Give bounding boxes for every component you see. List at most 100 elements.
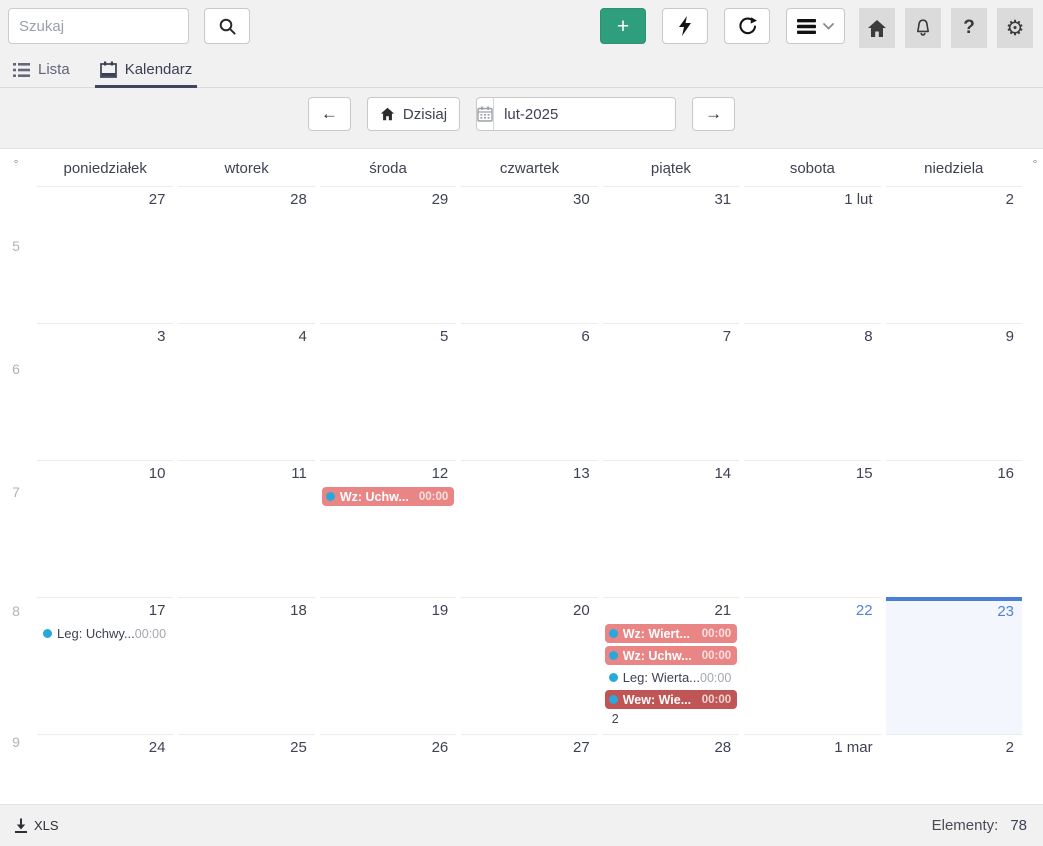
day-number: 8 (744, 326, 880, 350)
settings-button[interactable]: ⚙ (997, 8, 1033, 48)
day-number: 31 (603, 189, 739, 213)
day-number: 30 (461, 189, 597, 213)
today-label: Dzisiaj (403, 106, 447, 123)
day-cell[interactable]: 11 (178, 460, 314, 597)
tab-lista[interactable]: Lista (8, 55, 75, 87)
elements-count: Elementy: 78 (932, 817, 1027, 834)
event-title: Wew: Wie... (623, 693, 691, 707)
day-cell[interactable]: 2 (886, 186, 1022, 323)
day-number: 4 (178, 326, 314, 350)
day-cell[interactable]: 27 (461, 734, 597, 804)
more-events-link[interactable]: 2 (612, 712, 739, 726)
day-header: poniedziałek (37, 149, 173, 186)
day-cell[interactable]: 27 (37, 186, 173, 323)
day-cell[interactable]: 5 (320, 323, 456, 460)
event-item[interactable]: Wz: Uchw...00:00 (605, 646, 737, 665)
event-item[interactable]: Leg: Wierta...00:00 (605, 668, 737, 687)
day-cell[interactable]: 13 (461, 460, 597, 597)
day-number: 23 (886, 601, 1022, 625)
day-cell[interactable]: 23 (886, 597, 1022, 734)
day-cell[interactable]: 14 (603, 460, 739, 597)
day-cell[interactable]: 30 (461, 186, 597, 323)
day-cell[interactable]: 19 (320, 597, 456, 734)
plus-icon: + (617, 16, 629, 37)
list-icon (13, 63, 30, 77)
day-number: 27 (37, 189, 173, 213)
day-cell[interactable]: 3 (37, 323, 173, 460)
day-number: 28 (603, 737, 739, 761)
calendar-nav: ← Dzisiaj → (0, 88, 1043, 148)
export-xls-link[interactable]: XLS (14, 818, 59, 833)
month-input[interactable] (494, 98, 676, 130)
day-cell[interactable]: 29 (320, 186, 456, 323)
search-icon (218, 17, 237, 36)
menu-button[interactable] (786, 8, 845, 44)
question-icon: ? (963, 17, 975, 39)
day-cell[interactable]: 7 (603, 323, 739, 460)
day-cell[interactable]: 24 (37, 734, 173, 804)
event-time: 00:00 (702, 650, 731, 662)
day-number: 9 (886, 326, 1022, 350)
day-cell[interactable]: 1 lut (744, 186, 880, 323)
day-cell[interactable]: 17Leg: Uchwy...00:00 (37, 597, 173, 734)
event-item[interactable]: Wz: Wiert...00:00 (605, 624, 737, 643)
event-title: Leg: Uchwy... (57, 626, 135, 641)
day-cell[interactable]: 4 (178, 323, 314, 460)
notifications-button[interactable] (905, 8, 941, 48)
event-time: 00:00 (702, 694, 731, 706)
day-cell[interactable]: 8 (744, 323, 880, 460)
day-cell[interactable]: 21Wz: Wiert...00:00 Wz: Uchw...00:00 Leg: … (603, 597, 739, 734)
next-month-button[interactable]: → (692, 97, 735, 131)
day-cell[interactable]: 28 (603, 734, 739, 804)
day-number: 6 (461, 326, 597, 350)
event-dot-icon (609, 629, 618, 638)
day-cell[interactable]: 18 (178, 597, 314, 734)
day-cell[interactable]: 16 (886, 460, 1022, 597)
day-cell[interactable]: 28 (178, 186, 314, 323)
toolbar: + ? ⚙ (0, 0, 1043, 54)
lightning-icon (676, 15, 694, 37)
day-cell[interactable]: 12Wz: Uchw...00:00 (320, 460, 456, 597)
day-cell[interactable]: 9 (886, 323, 1022, 460)
tab-label: Lista (38, 61, 70, 78)
chevron-down-icon (823, 23, 834, 30)
event-item[interactable]: Wew: Wie... 00:00 (605, 690, 737, 709)
day-cell[interactable]: 20 (461, 597, 597, 734)
search-button[interactable] (204, 8, 250, 44)
bell-icon (913, 18, 933, 38)
calendar-icon (100, 61, 117, 78)
day-number: 3 (37, 326, 173, 350)
day-cell[interactable]: 26 (320, 734, 456, 804)
prev-month-button[interactable]: ← (308, 97, 351, 131)
event-item[interactable]: Leg: Uchwy...00:00 (39, 624, 171, 643)
refresh-button[interactable] (724, 8, 770, 44)
day-number: 21 (603, 600, 739, 624)
week-number: 8 (0, 597, 32, 734)
day-cell[interactable]: 10 (37, 460, 173, 597)
week-right-rail (1027, 186, 1043, 323)
help-button[interactable]: ? (951, 8, 987, 48)
day-cell[interactable]: 2 (886, 734, 1022, 804)
tab-kalendarz[interactable]: Kalendarz (95, 55, 198, 87)
today-button[interactable]: Dzisiaj (367, 97, 460, 131)
tab-label: Kalendarz (125, 61, 193, 78)
event-item[interactable]: Wz: Uchw...00:00 (322, 487, 454, 506)
day-cell[interactable]: 31 (603, 186, 739, 323)
day-number: 22 (744, 600, 880, 624)
day-cell[interactable]: 25 (178, 734, 314, 804)
add-button[interactable]: + (600, 8, 646, 44)
quick-actions-button[interactable] (662, 8, 708, 44)
day-header: czwartek (461, 149, 597, 186)
week-right-rail (1027, 597, 1043, 734)
day-cell[interactable]: 1 mar (744, 734, 880, 804)
day-cell[interactable]: 6 (461, 323, 597, 460)
elements-value: 78 (1010, 817, 1027, 834)
day-cell[interactable]: 22 (744, 597, 880, 734)
event-dot-icon (609, 695, 618, 704)
home-icon (380, 107, 395, 121)
elements-label: Elementy: (932, 817, 999, 834)
search-input[interactable] (8, 8, 189, 44)
home-button[interactable] (859, 8, 895, 48)
day-cell[interactable]: 15 (744, 460, 880, 597)
day-number: 26 (320, 737, 456, 761)
